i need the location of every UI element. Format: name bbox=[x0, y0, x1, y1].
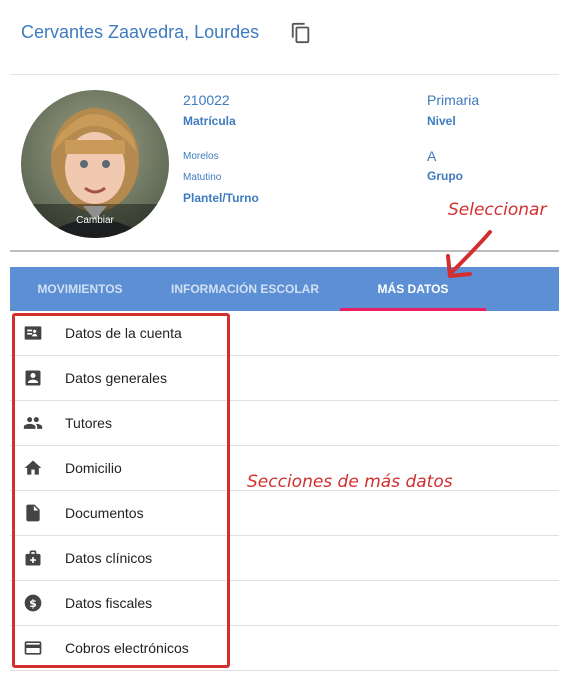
menu-item-datos-clinicos[interactable]: Datos clínicos bbox=[10, 536, 559, 581]
menu-item-datos-cuenta[interactable]: Datos de la cuenta bbox=[10, 311, 559, 356]
menu-item-datos-generales[interactable]: Datos generales bbox=[10, 356, 559, 401]
group-value: A bbox=[427, 148, 437, 164]
credit-card-icon bbox=[23, 638, 43, 658]
student-name: Cervantes Zaavedra, Lourdes bbox=[21, 22, 260, 42]
enrollment-value: 210022 bbox=[183, 92, 230, 108]
menu-item-documentos[interactable]: Documentos bbox=[10, 491, 559, 536]
campus-shift-label: Plantel/Turno bbox=[183, 191, 259, 205]
tab-informacion-escolar[interactable]: INFORMACIÓN ESCOLAR bbox=[150, 267, 340, 311]
select-annotation: Seleccionar bbox=[448, 200, 547, 220]
sections-annotation: Secciones de más datos bbox=[247, 472, 453, 492]
menu-item-tutores[interactable]: Tutores bbox=[10, 401, 559, 446]
menu-item-label: Domicilio bbox=[65, 460, 122, 476]
menu-item-datos-fiscales[interactable]: $ Datos fiscales bbox=[10, 581, 559, 626]
page-header: Cervantes Zaavedra, Lourdes bbox=[0, 0, 569, 74]
tab-movimientos[interactable]: MOVIMIENTOS bbox=[10, 267, 150, 311]
copy-icon[interactable] bbox=[290, 22, 312, 44]
document-icon bbox=[23, 503, 43, 523]
svg-text:$: $ bbox=[29, 597, 37, 610]
enrollment-label: Matrícula bbox=[183, 114, 236, 128]
dollar-circle-icon: $ bbox=[23, 593, 43, 613]
menu-item-cobros-electronicos[interactable]: Cobros electrónicos bbox=[10, 626, 559, 671]
menu-item-label: Datos fiscales bbox=[65, 595, 153, 611]
menu-item-label: Documentos bbox=[65, 505, 144, 521]
level-label: Nivel bbox=[427, 114, 456, 128]
change-photo-button[interactable]: Cambiar bbox=[21, 215, 169, 226]
group-label: Grupo bbox=[427, 169, 463, 183]
person-box-icon bbox=[23, 368, 43, 388]
shift-value: Matutino bbox=[183, 172, 222, 183]
menu-item-label: Tutores bbox=[65, 415, 112, 431]
medical-bag-icon bbox=[23, 548, 43, 568]
account-card-icon bbox=[23, 323, 43, 343]
arrow-annotation bbox=[446, 230, 492, 278]
menu-item-label: Datos generales bbox=[65, 370, 167, 386]
menu-item-label: Cobros electrónicos bbox=[65, 640, 189, 656]
student-avatar[interactable]: Cambiar bbox=[21, 90, 169, 238]
menu-item-label: Datos de la cuenta bbox=[65, 325, 182, 341]
people-icon bbox=[23, 413, 43, 433]
menu-item-label: Datos clínicos bbox=[65, 550, 153, 566]
level-value: Primaria bbox=[427, 92, 480, 108]
header-divider bbox=[10, 74, 559, 75]
campus-value: Morelos bbox=[183, 151, 219, 162]
home-icon bbox=[23, 458, 43, 478]
